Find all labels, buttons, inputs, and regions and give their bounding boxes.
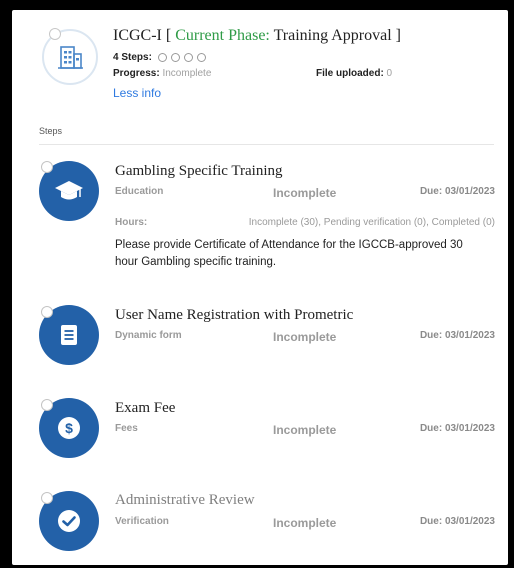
file-uploaded-status: File uploaded: 0 [316, 68, 393, 79]
current-phase-label: Current Phase: [175, 27, 274, 44]
hours-value: Incomplete (30), Pending verification (0… [248, 217, 495, 228]
step-status: Incomplete [273, 330, 337, 344]
step-title[interactable]: Exam Fee [115, 400, 175, 417]
program-title: ICGC-I [ Current Phase: Training Approva… [113, 27, 401, 44]
step-dot-1 [157, 53, 167, 62]
step-description: Please provide Certificate of Attendance… [115, 239, 463, 268]
step-radio-dot[interactable] [41, 492, 53, 504]
divider [39, 144, 494, 145]
step-radio-dot[interactable] [41, 306, 53, 318]
header-radio-dot[interactable] [49, 28, 61, 40]
steps-section-label: Steps [39, 126, 63, 136]
hours-label: Hours: [115, 217, 148, 228]
step-dot-2 [170, 53, 180, 62]
progress-status: Progress: Incomplete [113, 68, 212, 79]
step-dot-4 [196, 53, 206, 62]
step-type: Verification [115, 516, 169, 527]
step-title[interactable]: User Name Registration with Prometric [115, 307, 353, 324]
steps-count: 4 Steps: [113, 52, 206, 63]
current-phase-value: Training Approval [273, 27, 392, 44]
step-radio-dot[interactable] [41, 161, 53, 173]
step-due-date: Due: 03/01/2023 [419, 186, 495, 197]
step-dot-3 [183, 53, 193, 62]
step-title[interactable]: Administrative Review [115, 492, 255, 509]
step-due-date: Due: 03/01/2023 [419, 423, 495, 434]
program-card: ICGC-I [ Current Phase: Training Approva… [12, 10, 508, 565]
step-due-date: Due: 03/01/2023 [419, 330, 495, 341]
step-type: Education [115, 186, 164, 197]
step-status: Incomplete [273, 423, 337, 437]
step-title[interactable]: Gambling Specific Training [115, 163, 283, 180]
less-info-link[interactable]: Less info [113, 86, 161, 100]
step-status: Incomplete [273, 516, 337, 530]
step-progress-dots [157, 53, 206, 62]
step-due-date: Due: 03/01/2023 [419, 516, 495, 527]
step-status: Incomplete [273, 186, 337, 200]
step-type: Dynamic form [115, 330, 182, 341]
step-radio-dot[interactable] [41, 399, 53, 411]
svg-text:$: $ [65, 420, 73, 436]
step-type: Fees [115, 423, 138, 434]
